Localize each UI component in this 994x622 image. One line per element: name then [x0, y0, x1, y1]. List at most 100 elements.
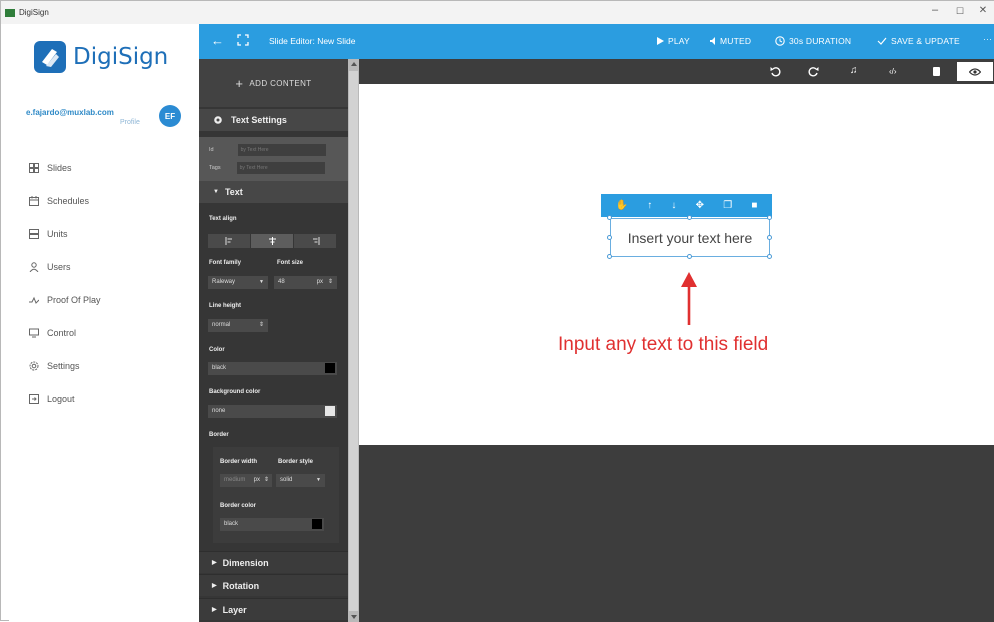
arrow-down-icon[interactable]: ↓: [671, 200, 676, 211]
duration-button[interactable]: 30s DURATION: [775, 36, 851, 46]
background-color-swatch[interactable]: [325, 406, 335, 416]
grid-icon: [29, 162, 39, 173]
color-swatch[interactable]: [325, 363, 335, 373]
code-icon[interactable]: ‹/›: [889, 67, 897, 76]
line-height-input[interactable]: normal ⇕: [208, 319, 268, 332]
sidebar-item-control[interactable]: Control: [29, 316, 189, 349]
scroll-up-icon[interactable]: [351, 62, 357, 66]
sidebar-item-logout[interactable]: Logout: [29, 382, 189, 415]
save-update-button[interactable]: SAVE & UPDATE: [877, 36, 960, 46]
grab-icon[interactable]: ✋: [616, 200, 628, 211]
play-icon: [657, 37, 664, 45]
mobile-icon[interactable]: [933, 67, 940, 76]
sidebar-item-settings[interactable]: Settings: [29, 349, 189, 382]
border-width-label: Border width: [220, 459, 257, 465]
sidebar-item-label: Users: [47, 261, 71, 272]
panel-scrollbar[interactable]: [348, 59, 359, 622]
line-height-value: normal: [212, 322, 231, 328]
font-size-label: Font size: [277, 260, 304, 266]
close-button[interactable]: ✕: [973, 5, 993, 16]
sidebar-item-proof-of-play[interactable]: Proof Of Play: [29, 283, 189, 316]
align-right-button[interactable]: [294, 234, 336, 248]
muted-label: MUTED: [720, 36, 752, 46]
align-left-button[interactable]: [208, 234, 250, 248]
stepper-icon[interactable]: ⇕: [328, 276, 333, 289]
resize-handle[interactable]: [607, 215, 612, 220]
mute-button[interactable]: MUTED: [710, 36, 751, 46]
resize-handle[interactable]: [767, 215, 772, 220]
color-value: black: [212, 365, 227, 371]
annotation-text: Input any text to this field: [558, 334, 769, 355]
avatar[interactable]: EF: [159, 105, 181, 127]
server-icon: [29, 228, 39, 239]
sidebar-item-units[interactable]: Units: [29, 217, 189, 250]
title-bar: DigiSign – ☐ ✕: [1, 1, 994, 24]
resize-handle[interactable]: [767, 254, 772, 259]
editor-topbar: ← Slide Editor: New Slide PLAY MUTED 30s…: [199, 24, 994, 59]
font-family-select[interactable]: Raleway ▼: [208, 276, 268, 289]
id-input[interactable]: by Text Here: [237, 144, 326, 156]
sidebar-item-label: Control: [47, 327, 77, 338]
move-icon[interactable]: ✥: [696, 200, 704, 211]
scrollbar-thumb[interactable]: [349, 71, 358, 611]
sidebar-item-label: Settings: [47, 360, 80, 371]
stepper-icon[interactable]: ⇕: [264, 474, 269, 487]
resize-handle[interactable]: [687, 254, 692, 259]
settings-panel: + ADD CONTENT Text Settings Id by Text H…: [199, 59, 348, 622]
logo-text: DigiSign: [73, 44, 169, 70]
back-arrow-icon[interactable]: ←: [211, 33, 224, 48]
border-style-select[interactable]: solid ▼: [276, 474, 325, 487]
rotation-section-header[interactable]: ▶ Rotation: [199, 574, 348, 596]
resize-handle[interactable]: [687, 215, 692, 220]
border-width-input[interactable]: medium px ⇕: [220, 474, 272, 487]
slide-canvas[interactable]: [359, 84, 994, 445]
preview-button[interactable]: [957, 62, 993, 81]
more-options-icon[interactable]: ···: [983, 34, 992, 44]
font-size-input[interactable]: 48 px ⇕: [274, 276, 337, 289]
text-section-header[interactable]: ▼ Text: [199, 181, 348, 203]
resize-handle[interactable]: [767, 235, 772, 240]
border-width-unit: px: [253, 477, 260, 483]
add-content-label: ADD CONTENT: [249, 78, 312, 88]
profile-link[interactable]: Profile: [120, 119, 140, 126]
user-email[interactable]: e.fajardo@muxlab.com: [26, 108, 114, 117]
resize-handle[interactable]: [607, 254, 612, 259]
eye-icon: [969, 67, 981, 76]
tags-input[interactable]: by Text Here: [236, 162, 325, 174]
background-color-input[interactable]: none: [208, 405, 337, 418]
undo-icon[interactable]: [770, 66, 781, 77]
user-icon: [29, 261, 39, 272]
layer-section-header[interactable]: ▶ Layer: [199, 598, 348, 620]
delete-icon[interactable]: ■: [751, 200, 757, 211]
duplicate-icon[interactable]: ❐: [723, 200, 732, 211]
sidebar-item-users[interactable]: Users: [29, 250, 189, 283]
save-label: SAVE & UPDATE: [891, 36, 960, 46]
chevron-down-icon: ▼: [316, 477, 321, 483]
sidebar-item-schedules[interactable]: Schedules: [29, 184, 189, 217]
annotation-arrow-icon: [681, 272, 697, 325]
fullscreen-icon[interactable]: [237, 34, 249, 46]
caret-right-icon: ▶: [212, 607, 217, 613]
id-tags-section: Id by Text Here Tags by Text Here: [199, 137, 348, 181]
color-input[interactable]: black: [208, 362, 337, 375]
minimize-button[interactable]: –: [925, 4, 945, 16]
border-color-swatch[interactable]: [312, 519, 322, 529]
digisign-logo[interactable]: DigiSign: [33, 40, 168, 74]
align-center-button[interactable]: [251, 234, 293, 248]
gear-icon: [214, 116, 222, 124]
scroll-down-icon[interactable]: [351, 615, 357, 619]
arrow-up-icon[interactable]: ↑: [647, 200, 652, 211]
stepper-icon[interactable]: ⇕: [259, 319, 264, 332]
play-button[interactable]: PLAY: [657, 36, 690, 46]
music-icon[interactable]: ♫: [850, 65, 858, 76]
sidebar-item-slides[interactable]: Slides: [29, 151, 189, 184]
maximize-button[interactable]: ☐: [950, 6, 970, 17]
resize-handle[interactable]: [607, 235, 612, 240]
add-content-button[interactable]: + ADD CONTENT: [199, 59, 348, 107]
border-color-input[interactable]: black: [220, 518, 324, 531]
text-element-content[interactable]: Insert your text here: [628, 230, 753, 246]
text-element[interactable]: Insert your text here: [610, 218, 770, 257]
redo-icon[interactable]: [808, 66, 819, 77]
text-settings-header: Text Settings: [199, 109, 348, 131]
dimension-section-header[interactable]: ▶ Dimension: [199, 551, 348, 573]
